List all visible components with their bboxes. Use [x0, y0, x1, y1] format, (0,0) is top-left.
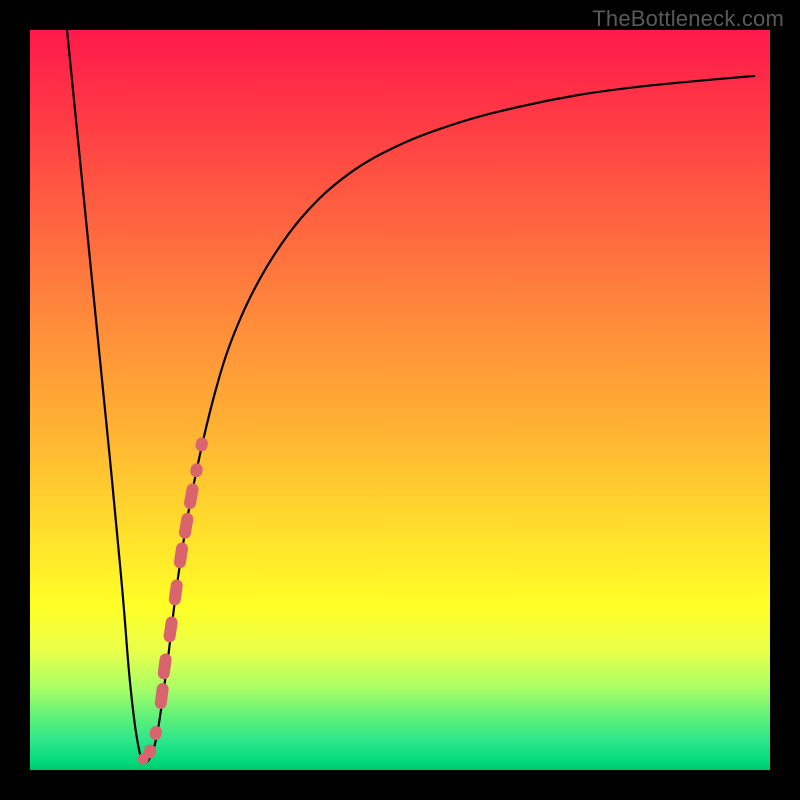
marker-capsule — [194, 436, 209, 453]
marker-dot — [138, 753, 149, 764]
plot-area — [30, 30, 770, 770]
chart-svg — [30, 30, 770, 770]
chart-frame: TheBottleneck.com — [0, 0, 800, 800]
marker-capsule — [168, 579, 183, 606]
marker-capsule — [163, 616, 179, 643]
marker-capsule — [183, 482, 200, 510]
watermark-text: TheBottleneck.com — [592, 6, 784, 32]
marker-capsule — [142, 743, 158, 760]
marker-capsule — [154, 682, 169, 709]
marker-capsule — [178, 512, 194, 540]
marker-capsule — [173, 542, 189, 570]
bottleneck-curve — [67, 30, 755, 763]
highlighted-markers — [138, 436, 210, 764]
marker-capsule — [148, 725, 163, 741]
marker-capsule — [157, 653, 172, 680]
marker-capsule — [189, 462, 204, 478]
